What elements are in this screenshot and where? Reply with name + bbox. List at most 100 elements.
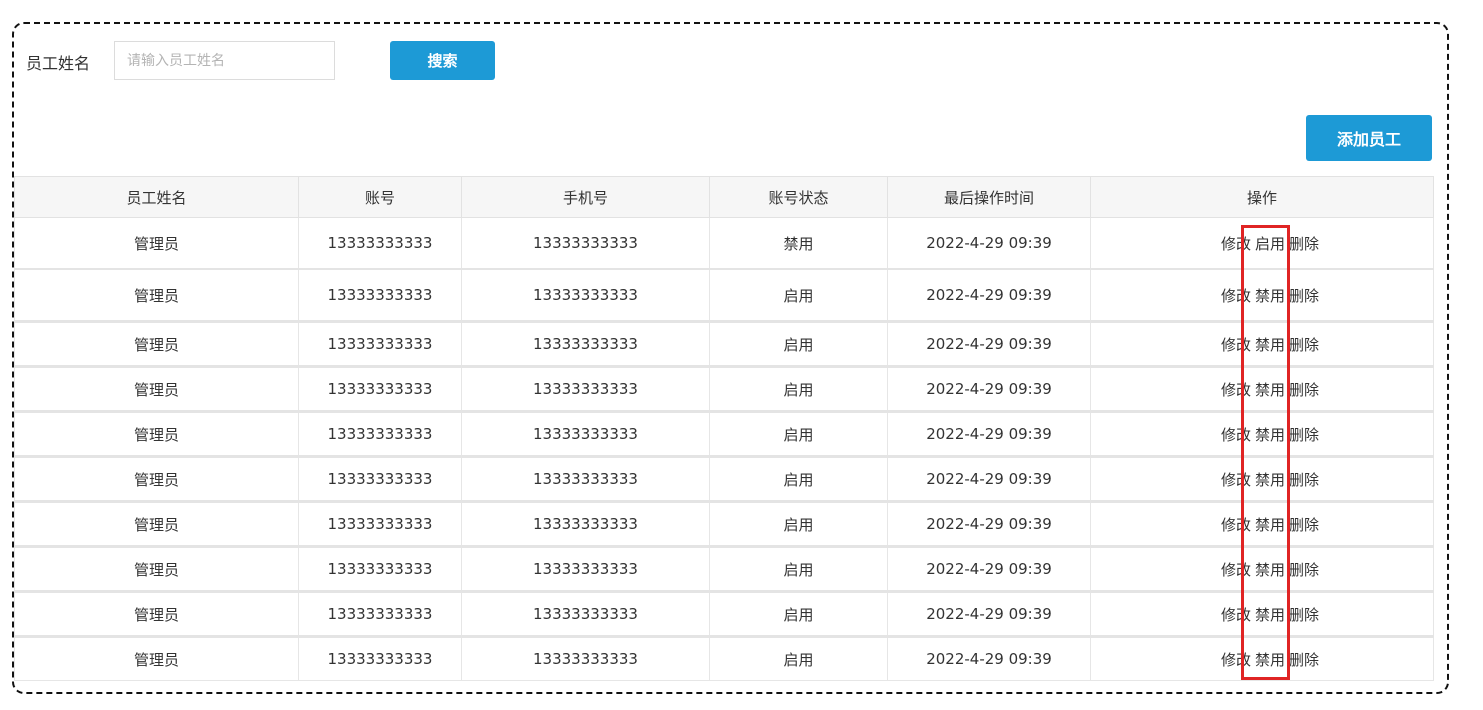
row-actions: 修改 禁用 删除	[1221, 604, 1319, 625]
employee-table: 员工姓名 账号 手机号 账号状态 最后操作时间 操作 管理员 1333333333…	[14, 176, 1434, 681]
toggle-status-link[interactable]: 禁用	[1255, 514, 1285, 535]
cell-account: 13333333333	[298, 456, 462, 503]
delete-link[interactable]: 删除	[1289, 285, 1319, 306]
cell-account-status: 启用	[709, 456, 888, 503]
delete-link[interactable]: 删除	[1289, 514, 1319, 535]
table-row: 管理员 13333333333 13333333333 启用 2022-4-29 09:…	[14, 636, 1434, 681]
cell-employee-name: 管理员	[14, 321, 299, 368]
toggle-status-link[interactable]: 禁用	[1255, 334, 1285, 355]
cell-phone: 13333333333	[461, 217, 710, 270]
cell-account: 13333333333	[298, 591, 462, 638]
table-row: 管理员 13333333333 13333333333 启用 2022-4-29 09:…	[14, 366, 1434, 413]
cell-employee-name: 管理员	[14, 366, 299, 413]
cell-employee-name: 管理员	[14, 591, 299, 638]
table-row: 管理员 13333333333 13333333333 启用 2022-4-29 09:…	[14, 591, 1434, 638]
edit-link[interactable]: 修改	[1221, 604, 1251, 625]
edit-link[interactable]: 修改	[1221, 379, 1251, 400]
cell-last-operation-time: 2022-4-29 09:39	[887, 366, 1091, 413]
cell-last-operation-time: 2022-4-29 09:39	[887, 501, 1091, 548]
delete-link[interactable]: 删除	[1289, 334, 1319, 355]
cell-actions: 修改 禁用 删除	[1090, 411, 1434, 458]
edit-link[interactable]: 修改	[1221, 334, 1251, 355]
cell-employee-name: 管理员	[14, 636, 299, 681]
table-row: 管理员 13333333333 13333333333 启用 2022-4-29 09:…	[14, 411, 1434, 458]
cell-actions: 修改 禁用 删除	[1090, 636, 1434, 681]
row-actions: 修改 禁用 删除	[1221, 649, 1319, 670]
cell-actions: 修改 禁用 删除	[1090, 321, 1434, 368]
edit-link[interactable]: 修改	[1221, 559, 1251, 580]
cell-phone: 13333333333	[461, 366, 710, 413]
row-actions: 修改 禁用 删除	[1221, 285, 1319, 306]
cell-last-operation-time: 2022-4-29 09:39	[887, 411, 1091, 458]
cell-actions: 修改 禁用 删除	[1090, 269, 1434, 323]
header-account-status: 账号状态	[709, 176, 888, 218]
cell-last-operation-time: 2022-4-29 09:39	[887, 591, 1091, 638]
edit-link[interactable]: 修改	[1221, 424, 1251, 445]
toggle-status-link[interactable]: 禁用	[1255, 285, 1285, 306]
cell-employee-name: 管理员	[14, 501, 299, 548]
toggle-status-link[interactable]: 禁用	[1255, 424, 1285, 445]
cell-phone: 13333333333	[461, 456, 710, 503]
table-row: 管理员 13333333333 13333333333 启用 2022-4-29 09:…	[14, 456, 1434, 503]
row-actions: 修改 禁用 删除	[1221, 334, 1319, 355]
search-input[interactable]	[114, 41, 335, 80]
row-actions: 修改 禁用 删除	[1221, 424, 1319, 445]
header-phone: 手机号	[461, 176, 710, 218]
table-row: 管理员 13333333333 13333333333 禁用 2022-4-29 09:…	[14, 217, 1434, 270]
delete-link[interactable]: 删除	[1289, 649, 1319, 670]
cell-employee-name: 管理员	[14, 456, 299, 503]
toggle-status-link[interactable]: 禁用	[1255, 559, 1285, 580]
delete-link[interactable]: 删除	[1289, 604, 1319, 625]
toggle-status-link[interactable]: 禁用	[1255, 649, 1285, 670]
cell-last-operation-time: 2022-4-29 09:39	[887, 456, 1091, 503]
cell-actions: 修改 禁用 删除	[1090, 456, 1434, 503]
cell-account-status: 启用	[709, 269, 888, 323]
table-body: 管理员 13333333333 13333333333 禁用 2022-4-29 09:…	[14, 217, 1434, 681]
toggle-status-link[interactable]: 禁用	[1255, 469, 1285, 490]
delete-link[interactable]: 删除	[1289, 424, 1319, 445]
toggle-status-link[interactable]: 禁用	[1255, 604, 1285, 625]
table-row: 管理员 13333333333 13333333333 启用 2022-4-29 09:…	[14, 501, 1434, 548]
edit-link[interactable]: 修改	[1221, 285, 1251, 306]
cell-last-operation-time: 2022-4-29 09:39	[887, 546, 1091, 593]
row-actions: 修改 禁用 删除	[1221, 469, 1319, 490]
header-account: 账号	[298, 176, 462, 218]
cell-actions: 修改 禁用 删除	[1090, 546, 1434, 593]
cell-account: 13333333333	[298, 501, 462, 548]
table-row: 管理员 13333333333 13333333333 启用 2022-4-29 09:…	[14, 321, 1434, 368]
search-button[interactable]: 搜索	[390, 41, 495, 80]
cell-account: 13333333333	[298, 217, 462, 270]
cell-account-status: 启用	[709, 546, 888, 593]
edit-link[interactable]: 修改	[1221, 233, 1251, 254]
edit-link[interactable]: 修改	[1221, 469, 1251, 490]
cell-account: 13333333333	[298, 411, 462, 458]
cell-phone: 13333333333	[461, 501, 710, 548]
table-row: 管理员 13333333333 13333333333 启用 2022-4-29 09:…	[14, 546, 1434, 593]
delete-link[interactable]: 删除	[1289, 559, 1319, 580]
cell-account-status: 启用	[709, 321, 888, 368]
row-actions: 修改 禁用 删除	[1221, 379, 1319, 400]
cell-account-status: 启用	[709, 636, 888, 681]
row-actions: 修改 启用 删除	[1221, 233, 1319, 254]
row-actions: 修改 禁用 删除	[1221, 514, 1319, 535]
delete-link[interactable]: 删除	[1289, 379, 1319, 400]
search-label: 员工姓名	[26, 54, 91, 73]
add-employee-button[interactable]: 添加员工	[1306, 115, 1432, 161]
cell-account: 13333333333	[298, 269, 462, 323]
toggle-status-link[interactable]: 启用	[1255, 233, 1285, 254]
cell-actions: 修改 禁用 删除	[1090, 591, 1434, 638]
cell-account-status: 启用	[709, 591, 888, 638]
cell-last-operation-time: 2022-4-29 09:39	[887, 269, 1091, 323]
cell-employee-name: 管理员	[14, 411, 299, 458]
header-employee-name: 员工姓名	[14, 176, 299, 218]
delete-link[interactable]: 删除	[1289, 233, 1319, 254]
delete-link[interactable]: 删除	[1289, 469, 1319, 490]
cell-account-status: 启用	[709, 366, 888, 413]
header-last-operation-time: 最后操作时间	[887, 176, 1091, 218]
table-row: 管理员 13333333333 13333333333 启用 2022-4-29 09:…	[14, 269, 1434, 323]
toggle-status-link[interactable]: 禁用	[1255, 379, 1285, 400]
cell-phone: 13333333333	[461, 411, 710, 458]
header-actions: 操作	[1090, 176, 1434, 218]
edit-link[interactable]: 修改	[1221, 649, 1251, 670]
edit-link[interactable]: 修改	[1221, 514, 1251, 535]
